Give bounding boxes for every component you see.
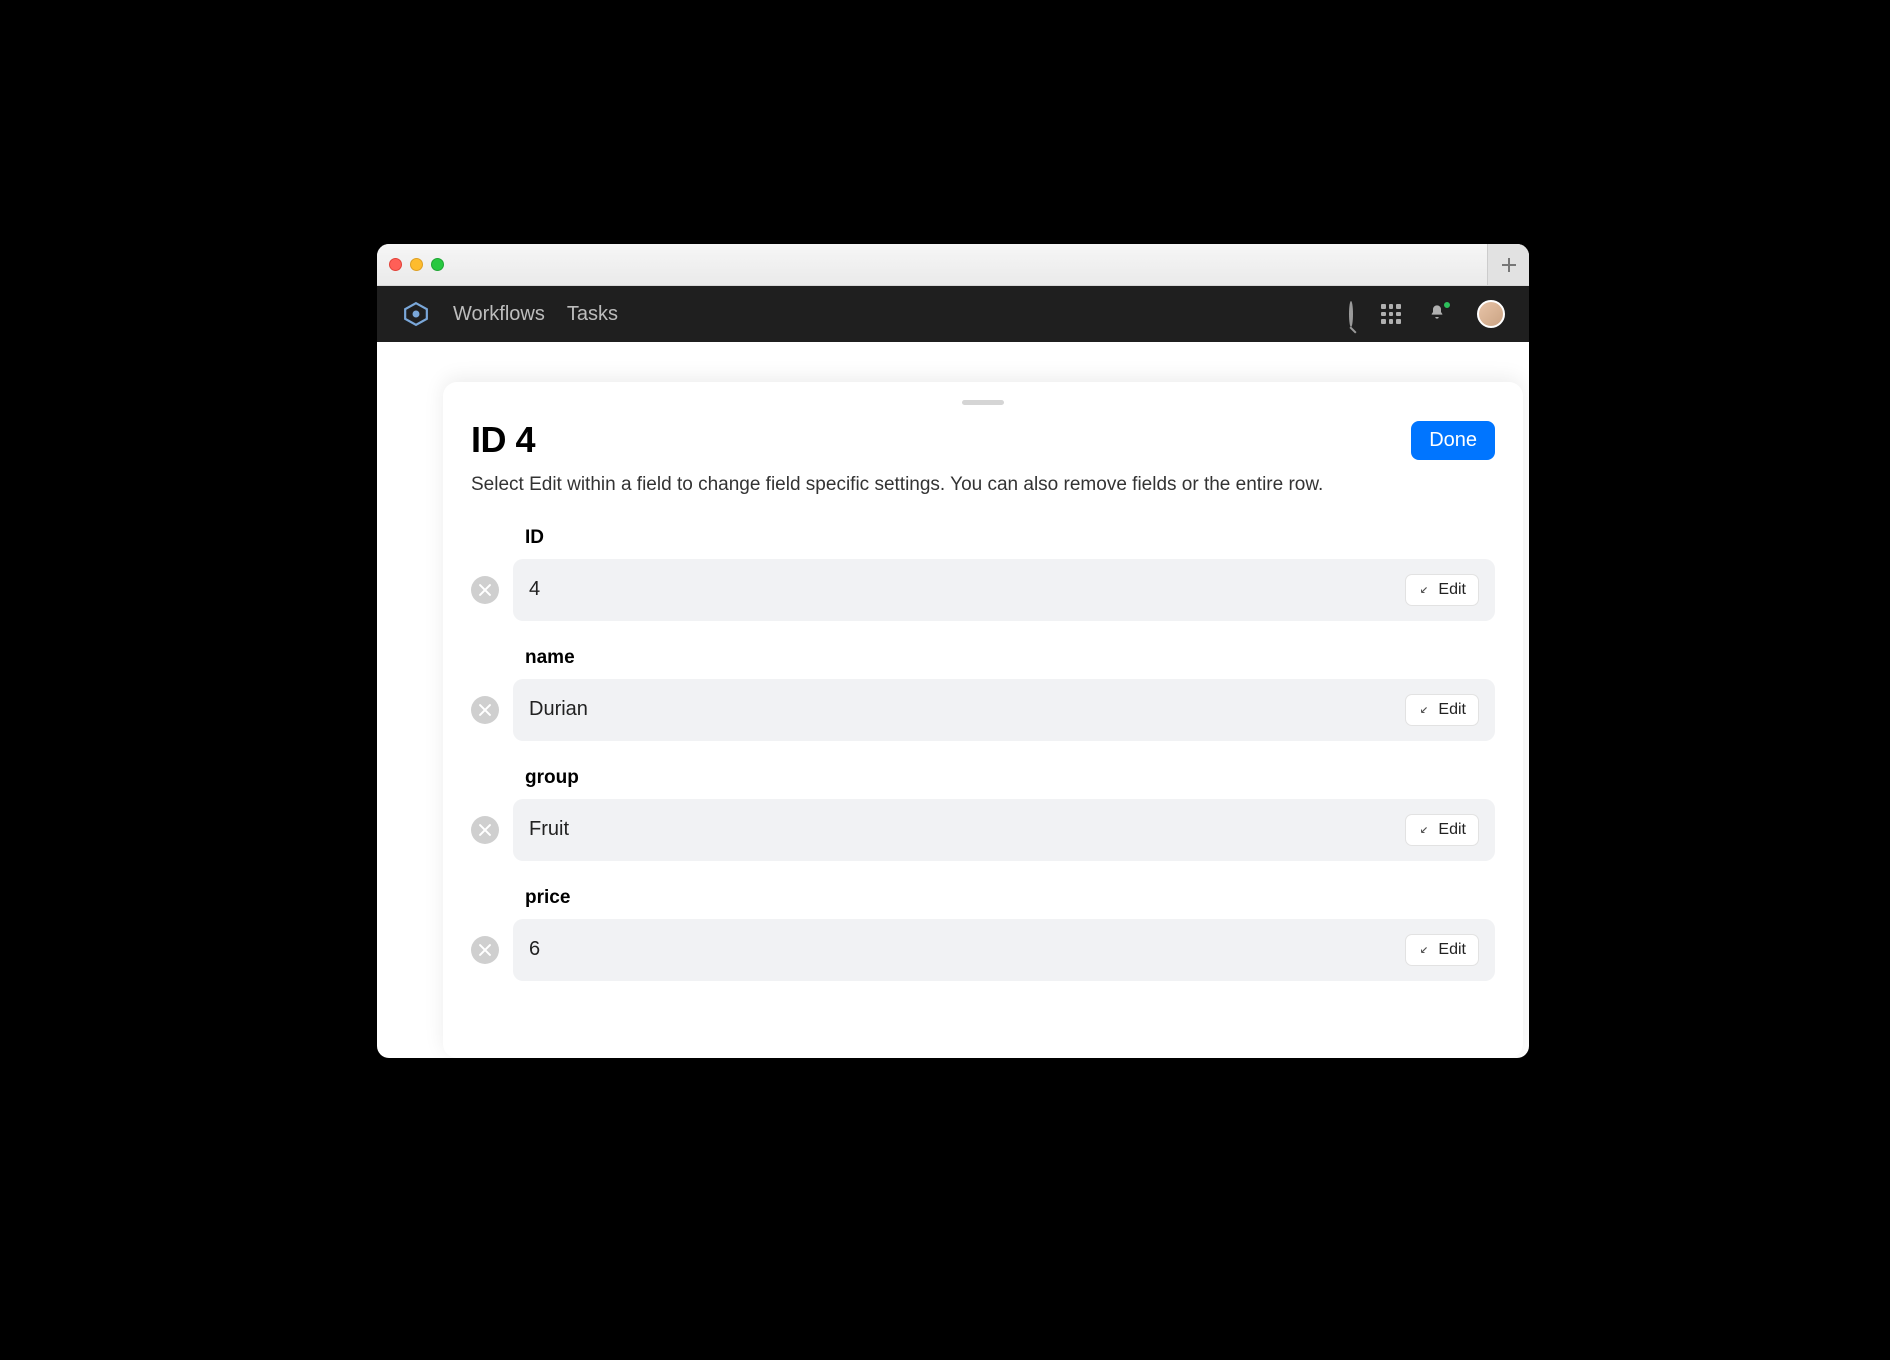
drag-handle[interactable] (962, 400, 1004, 405)
x-icon (478, 583, 492, 597)
minimize-window-button[interactable] (410, 258, 423, 271)
plus-icon (1502, 258, 1516, 272)
remove-field-button[interactable] (471, 696, 499, 724)
field-label: ID (525, 527, 1495, 549)
expand-icon (1418, 704, 1430, 716)
sheet-title: ID 4 (471, 419, 535, 461)
done-button[interactable]: Done (1411, 421, 1495, 460)
field-label: price (525, 887, 1495, 909)
app-header: Workflows Tasks (377, 286, 1529, 342)
field-value-box: 4 Edit (513, 559, 1495, 621)
sheet-description: Select Edit within a field to change fie… (471, 471, 1495, 499)
edit-label: Edit (1438, 581, 1466, 599)
field-price: price 6 Edit (471, 887, 1495, 981)
field-value-box: 6 Edit (513, 919, 1495, 981)
remove-field-button[interactable] (471, 936, 499, 964)
x-icon (478, 703, 492, 717)
browser-window: Workflows Tasks ID 4 Done Select Edit wi… (377, 244, 1529, 1058)
expand-icon (1418, 824, 1430, 836)
field-value-box: Fruit Edit (513, 799, 1495, 861)
window-controls (389, 258, 444, 271)
field-value-box: Durian Edit (513, 679, 1495, 741)
nav-workflows[interactable]: Workflows (453, 303, 545, 326)
field-value: 6 (529, 938, 540, 961)
app-logo[interactable] (401, 299, 431, 329)
field-value: Fruit (529, 818, 569, 841)
field-value: Durian (529, 698, 588, 721)
window-titlebar (377, 244, 1529, 286)
edit-field-button[interactable]: Edit (1405, 814, 1479, 846)
fields-list: ID 4 Edit name (471, 527, 1495, 1007)
field-label: group (525, 767, 1495, 789)
field-name: name Durian Edit (471, 647, 1495, 741)
edit-field-button[interactable]: Edit (1405, 694, 1479, 726)
x-icon (478, 823, 492, 837)
new-tab-button[interactable] (1487, 244, 1529, 285)
apps-grid-icon[interactable] (1381, 304, 1401, 324)
close-window-button[interactable] (389, 258, 402, 271)
field-value: 4 (529, 578, 540, 601)
maximize-window-button[interactable] (431, 258, 444, 271)
field-label: name (525, 647, 1495, 669)
remove-field-button[interactable] (471, 816, 499, 844)
user-avatar[interactable] (1477, 300, 1505, 328)
remove-field-button[interactable] (471, 576, 499, 604)
field-group: group Fruit Edit (471, 767, 1495, 861)
edit-field-button[interactable]: Edit (1405, 574, 1479, 606)
field-id: ID 4 Edit (471, 527, 1495, 621)
edit-field-button[interactable]: Edit (1405, 934, 1479, 966)
edit-label: Edit (1438, 701, 1466, 719)
edit-label: Edit (1438, 821, 1466, 839)
edit-label: Edit (1438, 941, 1466, 959)
nav-tasks[interactable]: Tasks (567, 303, 618, 326)
x-icon (478, 943, 492, 957)
expand-icon (1418, 944, 1430, 956)
expand-icon (1418, 584, 1430, 596)
notification-badge (1443, 301, 1451, 309)
notifications-icon[interactable] (1429, 303, 1449, 325)
search-icon[interactable] (1349, 303, 1353, 326)
edit-row-sheet: ID 4 Done Select Edit within a field to … (443, 382, 1523, 1058)
